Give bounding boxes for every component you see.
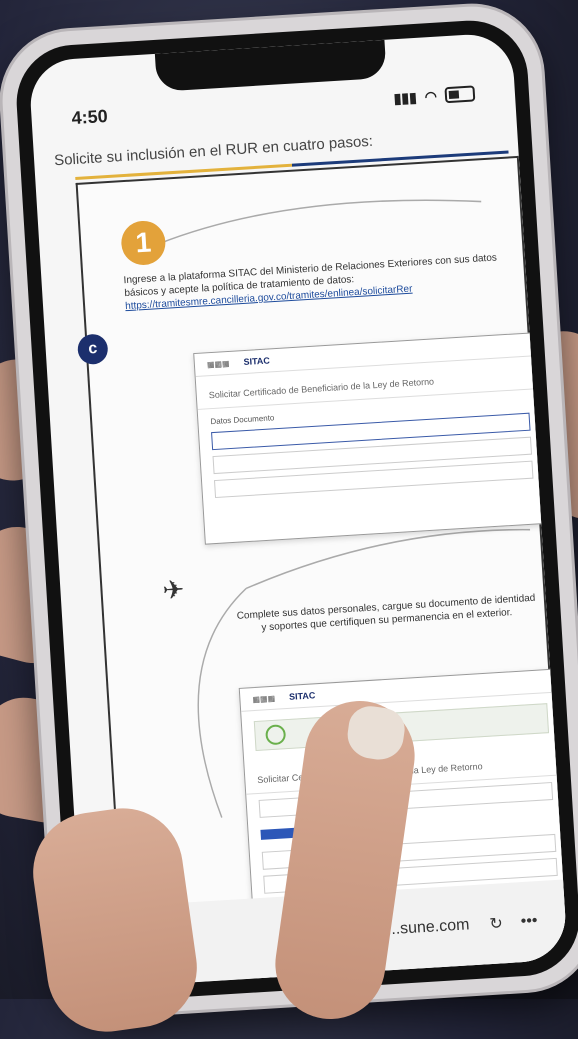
- url-text[interactable]: ...sune.com: [386, 916, 470, 939]
- battery-icon: [444, 85, 476, 104]
- sitac-form-screenshot-1: ▦▦▦ SITAC Solicitar Certificado de Benef…: [193, 332, 550, 545]
- ministry-logo-icon: ▦▦▦: [206, 358, 230, 369]
- signal-icon: ▮▮▮: [393, 88, 418, 106]
- wifi-icon: ◠: [424, 87, 438, 104]
- status-time: 4:50: [70, 105, 109, 128]
- ministry-logo-icon: ▦▦▦: [252, 693, 276, 704]
- mock-brand: SITAC: [288, 690, 316, 702]
- phone-notch: [154, 39, 387, 92]
- mock-brand: SITAC: [243, 355, 271, 368]
- reload-icon[interactable]: ↻: [489, 913, 504, 934]
- check-circle-icon: [265, 724, 287, 746]
- status-icons: ▮▮▮ ◠: [393, 85, 476, 107]
- paper-plane-icon: ✈: [161, 574, 186, 606]
- status-bar: 4:50 ▮▮▮ ◠: [71, 82, 476, 129]
- more-icon[interactable]: •••: [520, 912, 538, 931]
